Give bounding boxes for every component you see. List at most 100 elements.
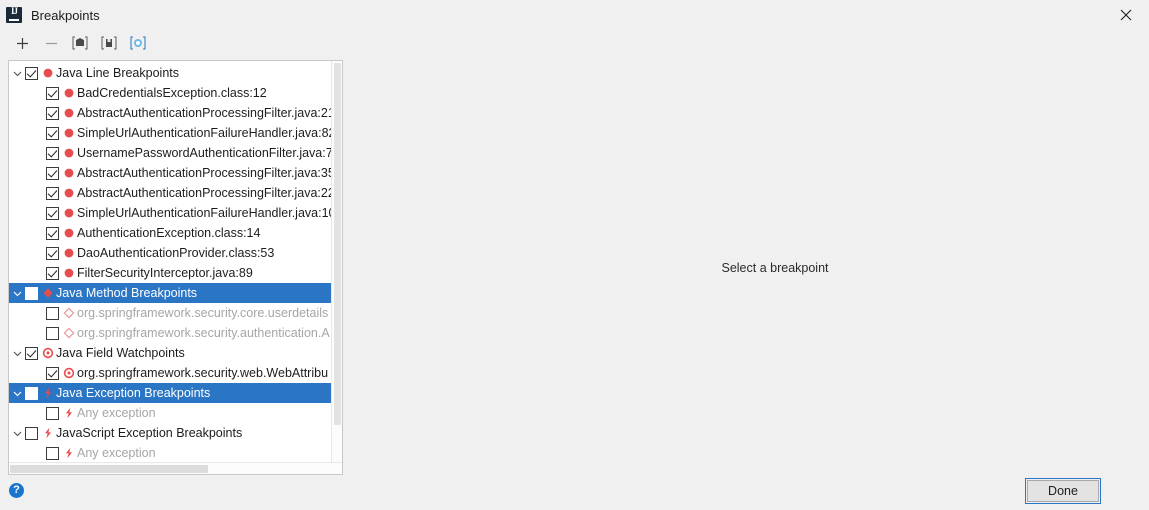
done-button[interactable]: Done [1025, 478, 1101, 504]
edit-source-button[interactable] [99, 33, 119, 53]
tree-item-row[interactable]: AbstractAuthenticationProcessingFilter.j… [9, 183, 331, 203]
tree-row-label: DaoAuthenticationProvider.class:53 [77, 246, 275, 260]
exception-breakpoint-icon [40, 383, 55, 403]
tree-item-row[interactable]: UsernamePasswordAuthenticationFilter.jav… [9, 143, 331, 163]
enable-breakpoint-checkbox[interactable] [25, 286, 38, 300]
group-by-icon [130, 36, 146, 50]
enable-breakpoint-checkbox[interactable] [46, 126, 59, 140]
empty-state-message: Select a breakpoint [721, 260, 829, 275]
tree-item-row[interactable]: org.springframework.security.authenticat… [9, 323, 331, 343]
enable-breakpoint-checkbox[interactable] [46, 246, 59, 260]
tree-row-label: SimpleUrlAuthenticationFailureHandler.ja… [77, 126, 331, 140]
tree-horizontal-scrollbar[interactable] [9, 462, 342, 474]
tree-item-row[interactable]: org.springframework.security.core.userde… [9, 303, 331, 323]
tree-row-label: Any exception [77, 446, 156, 460]
tree-vertical-scrollbar-thumb[interactable] [334, 63, 341, 425]
enable-breakpoint-checkbox[interactable] [46, 366, 59, 380]
enable-breakpoint-checkbox[interactable] [46, 306, 59, 320]
line-breakpoint-icon [40, 63, 55, 83]
tree-group-row[interactable]: JavaScript Exception Breakpoints [9, 423, 331, 443]
method-breakpoint-icon [40, 283, 55, 303]
tree-row-label: FilterSecurityInterceptor.java:89 [77, 266, 253, 280]
tree-group-row[interactable]: Java Exception Breakpoints [9, 383, 331, 403]
enable-breakpoint-checkbox[interactable] [46, 186, 59, 200]
enable-breakpoint-checkbox[interactable] [46, 206, 59, 220]
tree-horizontal-scrollbar-thumb[interactable] [10, 465, 208, 473]
tree-row-label: AuthenticationException.class:14 [77, 226, 261, 240]
chevron-down-icon[interactable] [9, 63, 25, 83]
line-breakpoint-icon [61, 203, 76, 223]
tree-item-row[interactable]: AbstractAuthenticationProcessingFilter.j… [9, 103, 331, 123]
tree-item-row[interactable]: SimpleUrlAuthenticationFailureHandler.ja… [9, 203, 331, 223]
enable-breakpoint-checkbox[interactable] [25, 346, 38, 360]
plus-icon [16, 37, 29, 50]
tree-item-row[interactable]: Any exception [9, 443, 331, 462]
tree-row-label: Java Line Breakpoints [56, 66, 179, 80]
close-button[interactable] [1103, 0, 1149, 30]
enable-breakpoint-checkbox[interactable] [46, 86, 59, 100]
tree-group-row[interactable]: Java Field Watchpoints [9, 343, 331, 363]
tree-row-label: Java Exception Breakpoints [56, 386, 211, 400]
tree-row-label: AbstractAuthenticationProcessingFilter.j… [77, 106, 331, 120]
tree-group-row[interactable]: Java Method Breakpoints [9, 283, 331, 303]
breakpoint-detail-pane: Select a breakpoint [343, 60, 1149, 475]
tree-row-label: org.springframework.security.core.userde… [77, 306, 329, 320]
tree-item-row[interactable]: AuthenticationException.class:14 [9, 223, 331, 243]
add-breakpoint-button[interactable] [12, 33, 32, 53]
tree-item-row[interactable]: org.springframework.security.web.WebAttr… [9, 363, 331, 383]
chevron-down-icon[interactable] [9, 283, 25, 303]
line-breakpoint-icon [61, 103, 76, 123]
method-breakpoint-hollow-icon [61, 303, 76, 323]
tree-item-row[interactable]: SimpleUrlAuthenticationFailureHandler.ja… [9, 123, 331, 143]
remove-breakpoint-button[interactable] [41, 33, 61, 53]
enable-breakpoint-checkbox[interactable] [25, 386, 38, 400]
tree-item-row[interactable]: Any exception [9, 403, 331, 423]
chevron-down-icon[interactable] [9, 423, 25, 443]
tree-row-label: SimpleUrlAuthenticationFailureHandler.ja… [77, 206, 331, 220]
breakpoints-tree-viewport: Java Line Breakpoints BadCredentialsExcep… [9, 61, 331, 462]
enable-breakpoint-checkbox[interactable] [46, 326, 59, 340]
enable-breakpoint-checkbox[interactable] [25, 66, 38, 80]
dialog-content: Java Line Breakpoints BadCredentialsExcep… [0, 60, 1149, 475]
tree-row-label: Any exception [77, 406, 156, 420]
enable-breakpoint-checkbox[interactable] [25, 426, 38, 440]
close-icon [1120, 9, 1132, 21]
line-breakpoint-icon [61, 183, 76, 203]
help-icon[interactable] [9, 482, 24, 498]
enable-breakpoint-checkbox[interactable] [46, 146, 59, 160]
tree-item-row[interactable]: DaoAuthenticationProvider.class:53 [9, 243, 331, 263]
tree-item-row[interactable]: AbstractAuthenticationProcessingFilter.j… [9, 163, 331, 183]
enable-breakpoint-checkbox[interactable] [46, 226, 59, 240]
enable-breakpoint-checkbox[interactable] [46, 166, 59, 180]
view-source-icon [72, 36, 88, 50]
intellij-idea-icon [6, 6, 22, 23]
exception-breakpoint-icon [61, 403, 76, 423]
tree-vertical-scrollbar[interactable] [331, 61, 342, 462]
enable-breakpoint-checkbox[interactable] [46, 446, 59, 460]
tree-group-row[interactable]: Java Line Breakpoints [9, 63, 331, 83]
group-by-button[interactable] [128, 33, 148, 53]
enable-breakpoint-checkbox[interactable] [46, 106, 59, 120]
tree-row-label: JavaScript Exception Breakpoints [56, 426, 243, 440]
exception-breakpoint-icon [40, 423, 55, 443]
chevron-down-icon[interactable] [9, 343, 25, 363]
chevron-down-icon[interactable] [9, 383, 25, 403]
line-breakpoint-icon [61, 123, 76, 143]
enable-breakpoint-checkbox[interactable] [46, 266, 59, 280]
enable-breakpoint-checkbox[interactable] [46, 406, 59, 420]
tree-item-row[interactable]: BadCredentialsException.class:12 [9, 83, 331, 103]
tree-row-label: org.springframework.security.authenticat… [77, 326, 330, 340]
tree-row-label: Java Method Breakpoints [56, 286, 198, 300]
minus-icon [45, 37, 58, 50]
tree-item-row[interactable]: FilterSecurityInterceptor.java:89 [9, 263, 331, 283]
view-source-button[interactable] [70, 33, 90, 53]
field-watchpoint-icon [61, 363, 76, 383]
